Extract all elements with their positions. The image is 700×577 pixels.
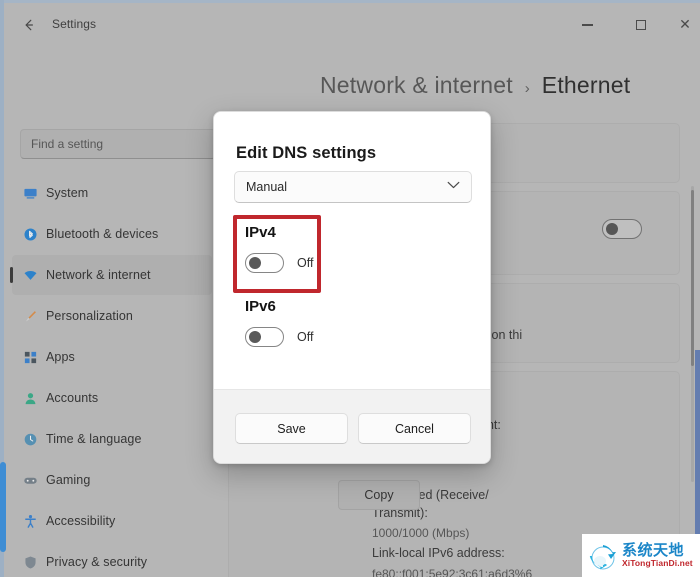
ipv4-toggle[interactable] xyxy=(245,253,284,273)
settings-window: Settings ✕ Find a setting System Bluetoo… xyxy=(0,0,700,577)
chevron-down-icon xyxy=(447,181,460,193)
dns-assignment-value: Manual xyxy=(246,180,287,194)
watermark-texts: 系统天地 XiTongTianDi.net xyxy=(622,543,693,568)
watermark-logo-icon xyxy=(586,539,620,573)
dialog-footer: Save Cancel xyxy=(214,389,490,463)
ipv6-toggle-row: Off xyxy=(245,327,313,347)
dialog-title: Edit DNS settings xyxy=(236,144,377,162)
watermark-english: XiTongTianDi.net xyxy=(622,557,693,568)
ipv6-state: Off xyxy=(297,330,314,344)
dns-assignment-dropdown[interactable]: Manual xyxy=(234,171,472,203)
toggle-knob xyxy=(249,257,261,269)
edit-dns-settings-dialog: Edit DNS settings Manual IPv4 Off IPv6 O… xyxy=(213,111,491,464)
ipv6-toggle[interactable] xyxy=(245,327,284,347)
ipv4-toggle-row: Off xyxy=(245,253,313,273)
cancel-button[interactable]: Cancel xyxy=(358,413,471,444)
dialog-body: Edit DNS settings Manual IPv4 Off IPv6 O… xyxy=(214,112,490,389)
watermark-chinese: 系统天地 xyxy=(622,541,685,559)
ipv4-label: IPv4 xyxy=(245,224,276,241)
save-button[interactable]: Save xyxy=(235,413,348,444)
watermark: 系统天地 XiTongTianDi.net xyxy=(582,534,700,577)
ipv6-label: IPv6 xyxy=(245,298,276,315)
toggle-knob xyxy=(249,331,261,343)
ipv4-state: Off xyxy=(297,256,314,270)
